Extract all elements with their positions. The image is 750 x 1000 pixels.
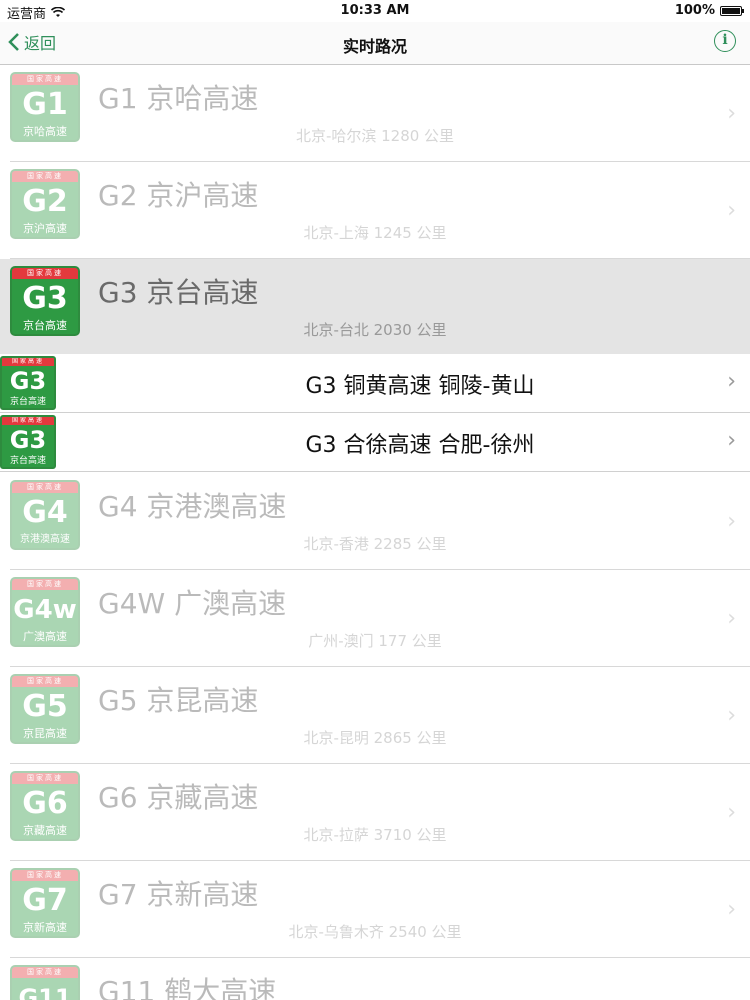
road-title: G1 京哈高速	[98, 82, 259, 115]
shield-top: 国家高速	[12, 268, 78, 279]
shield-number: G2	[22, 184, 68, 219]
shield-top: 国家高速	[12, 676, 78, 687]
shield-number: G4	[22, 495, 68, 530]
status-bar: 运营商 10:33 AM 100%	[0, 0, 750, 22]
road-row-g4w[interactable]: 国家高速 G4w 广澳高速 G4W 广澳高速 广州-澳门 177 公里 ›	[0, 570, 750, 667]
battery-status: 100%	[674, 3, 744, 18]
sub-route-row[interactable]: 国家高速 G3 京台高速 G3 铜黄高速 铜陵-黄山 ›	[0, 354, 750, 413]
highway-shield-icon: 国家高速 G11	[10, 965, 80, 1000]
shield-top: 国家高速	[2, 358, 54, 366]
road-subtitle: 北京-昆明 2865 公里	[303, 729, 447, 747]
shield-top: 国家高速	[12, 870, 78, 881]
shield-top: 国家高速	[2, 417, 54, 425]
shield-number: G5	[22, 689, 68, 724]
shield-top: 国家高速	[12, 482, 78, 493]
road-subtitle: 北京-台北 2030 公里	[303, 321, 447, 339]
shield-number: G6	[22, 786, 68, 821]
chevron-right-icon: ›	[727, 369, 736, 394]
road-subtitle: 北京-上海 1245 公里	[303, 224, 447, 242]
road-row-g6[interactable]: 国家高速 G6 京藏高速 G6 京藏高速 北京-拉萨 3710 公里 ›	[0, 764, 750, 861]
road-title: G4W 广澳高速	[98, 587, 287, 620]
road-title: G3 京台高速	[98, 276, 259, 309]
navigation-bar: 返回 实时路况 i	[0, 22, 750, 65]
shield-top: 国家高速	[12, 579, 78, 590]
sub-route-row[interactable]: 国家高速 G3 京台高速 G3 合徐高速 合肥-徐州 ›	[0, 413, 750, 472]
chevron-right-icon: ›	[727, 428, 736, 453]
chevron-right-icon: ›	[727, 800, 736, 825]
road-row-g5[interactable]: 国家高速 G5 京昆高速 G5 京昆高速 北京-昆明 2865 公里 ›	[0, 667, 750, 764]
road-row-g2[interactable]: 国家高速 G2 京沪高速 G2 京沪高速 北京-上海 1245 公里 ›	[0, 162, 750, 259]
road-row-g3[interactable]: 国家高速 G3 京台高速 G3 京台高速 北京-台北 2030 公里	[0, 259, 750, 354]
shield-top: 国家高速	[12, 773, 78, 784]
info-button[interactable]: i	[714, 30, 736, 52]
battery-icon	[720, 5, 744, 16]
road-title: G6 京藏高速	[98, 781, 259, 814]
chevron-right-icon: ›	[727, 897, 736, 922]
chevron-right-icon: ›	[727, 198, 736, 223]
sub-route-label: G3 铜黄高速 铜陵-黄山	[305, 374, 535, 399]
battery-percent: 100%	[674, 3, 715, 18]
road-row-g4[interactable]: 国家高速 G4 京港澳高速 G4 京港澳高速 北京-香港 2285 公里 ›	[0, 473, 750, 570]
road-row-g1[interactable]: 国家高速 G1 京哈高速 G1 京哈高速 北京-哈尔滨 1280 公里 ›	[0, 65, 750, 162]
road-title: G4 京港澳高速	[98, 490, 287, 523]
road-subtitle: 北京-乌鲁木齐 2540 公里	[288, 923, 462, 941]
road-row-g7[interactable]: 国家高速 G7 京新高速 G7 京新高速 北京-乌鲁木齐 2540 公里 ›	[0, 861, 750, 958]
shield-number: G4w	[13, 595, 77, 625]
page-title: 实时路况	[342, 37, 407, 56]
shield-top: 国家高速	[12, 74, 78, 85]
shield-number: G3	[22, 281, 68, 316]
road-title: G11 鹤大高速	[98, 975, 277, 1000]
info-icon: i	[722, 32, 728, 48]
road-subtitle: 北京-拉萨 3710 公里	[303, 826, 447, 844]
shield-number: G1	[22, 87, 68, 122]
road-subtitle: 北京-香港 2285 公里	[303, 535, 447, 553]
shield-top: 国家高速	[12, 171, 78, 182]
chevron-right-icon: ›	[727, 101, 736, 126]
shield-number: G11	[18, 984, 72, 1000]
shield-number: G7	[22, 883, 68, 918]
chevron-right-icon: ›	[727, 606, 736, 631]
road-title: G7 京新高速	[98, 878, 259, 911]
clock: 10:33 AM	[340, 3, 410, 18]
chevron-right-icon: ›	[727, 509, 736, 534]
road-subtitle: 北京-哈尔滨 1280 公里	[295, 127, 455, 145]
road-title: G5 京昆高速	[98, 684, 259, 717]
shield-top: 国家高速	[12, 967, 78, 978]
road-title: G2 京沪高速	[98, 179, 259, 212]
road-row-g11[interactable]: 国家高速 G11 G11 鹤大高速	[0, 958, 750, 1000]
road-subtitle: 广州-澳门 177 公里	[308, 632, 442, 650]
chevron-right-icon: ›	[727, 703, 736, 728]
sub-route-label: G3 合徐高速 合肥-徐州	[305, 433, 535, 458]
